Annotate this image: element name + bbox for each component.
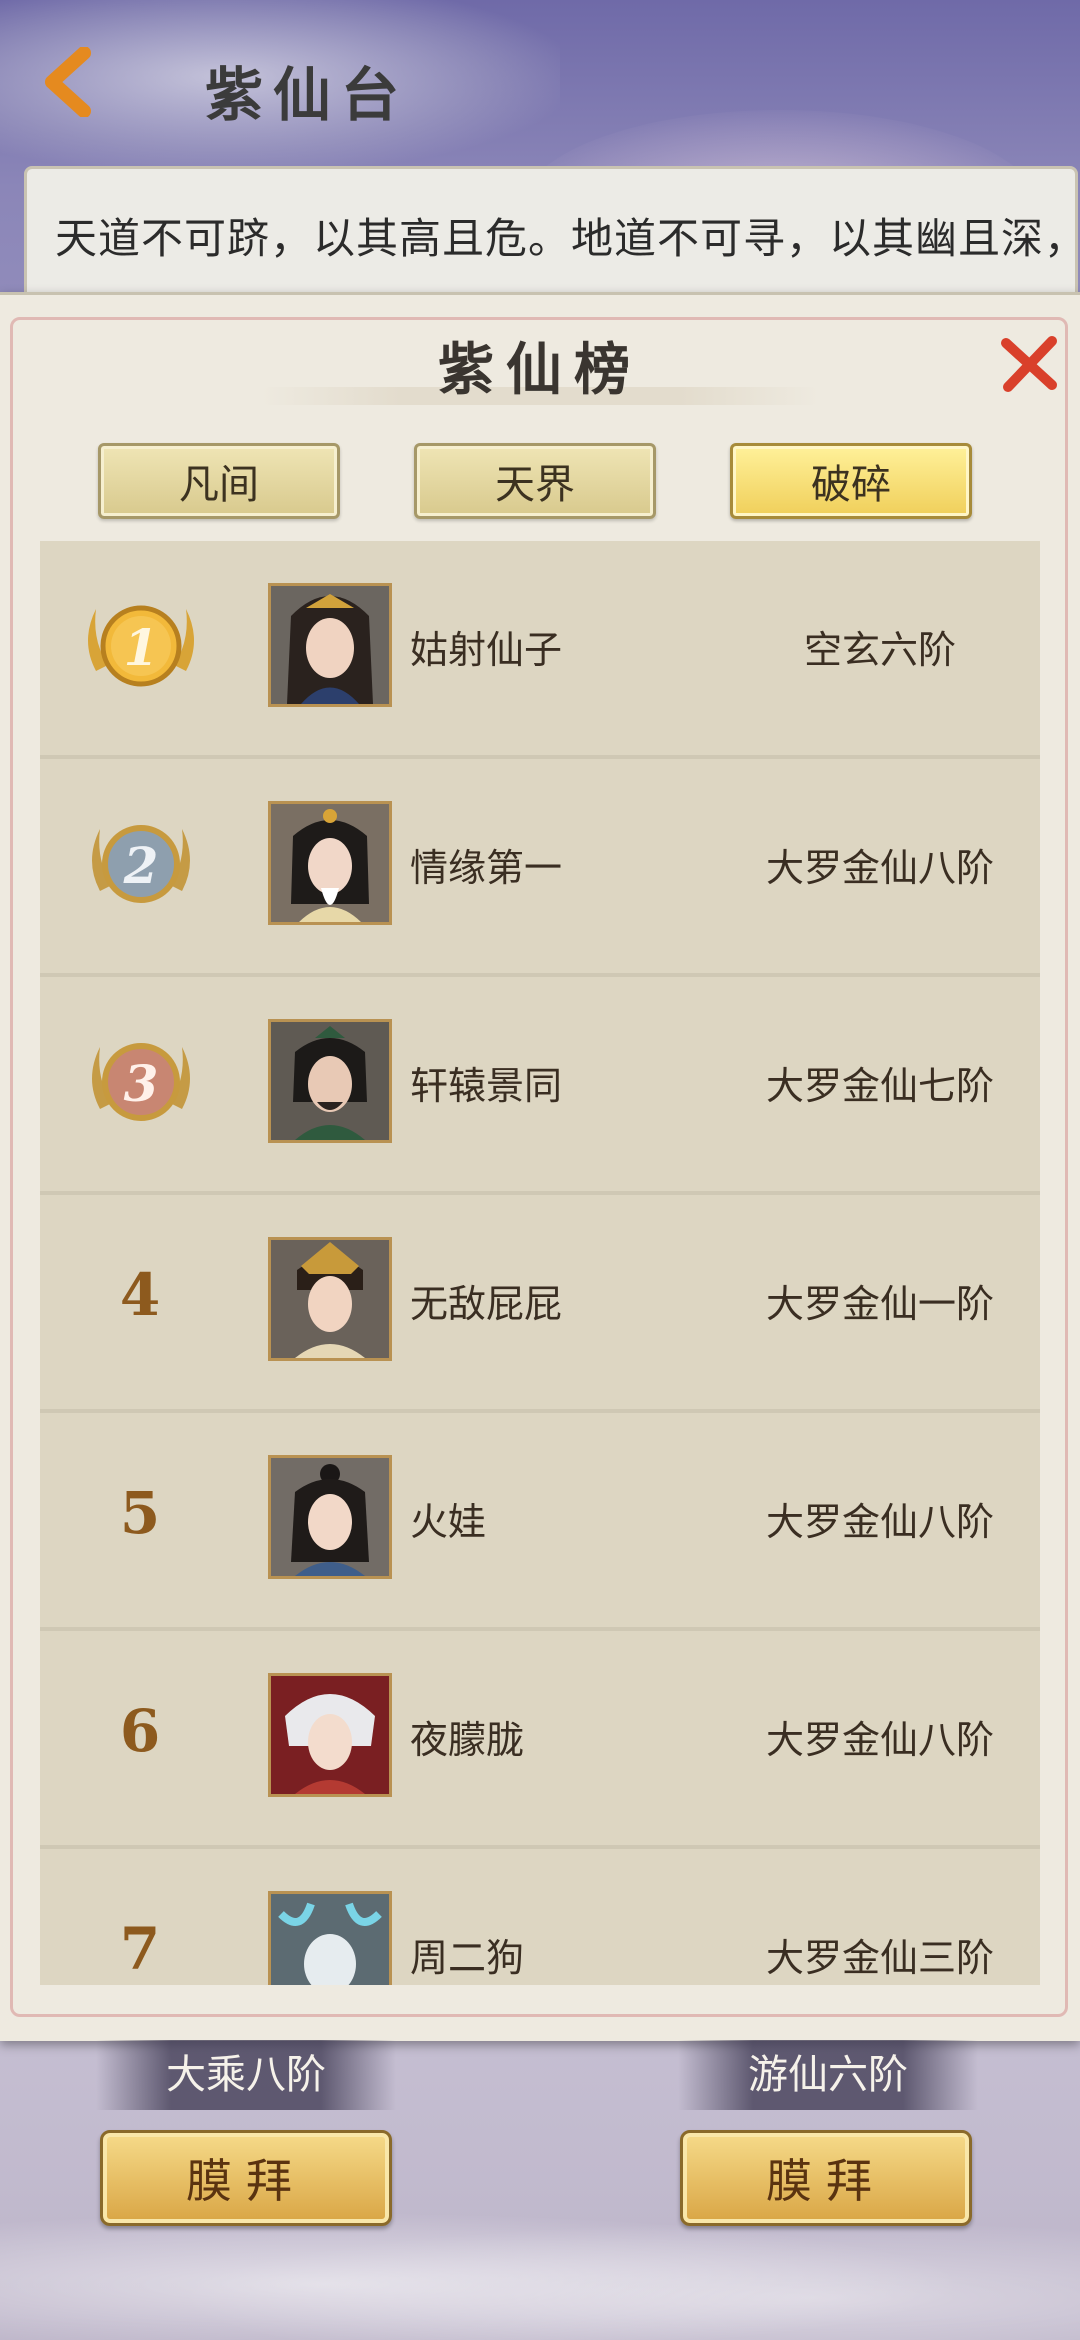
ranking-row[interactable]: 4 无敌屁屁 大罗金仙一阶 bbox=[40, 1195, 1040, 1413]
close-icon bbox=[1001, 336, 1057, 392]
avatar[interactable] bbox=[268, 1673, 392, 1797]
player-realm: 大罗金仙八阶 bbox=[765, 1500, 994, 1544]
ranking-row[interactable]: 6 夜朦胧 大罗金仙八阶 bbox=[40, 1631, 1040, 1849]
medal-number: 3 bbox=[124, 1054, 159, 1113]
player-realm: 大罗金仙八阶 bbox=[765, 846, 994, 890]
player-name: 姑射仙子 bbox=[410, 628, 563, 672]
chevron-left-icon bbox=[45, 47, 91, 117]
avatar[interactable] bbox=[268, 1891, 392, 1985]
ranking-row[interactable]: 5 火娃 大罗金仙八阶 bbox=[40, 1413, 1040, 1631]
player-name: 夜朦胧 bbox=[410, 1718, 525, 1762]
player-realm: 大罗金仙七阶 bbox=[765, 1064, 994, 1108]
bronze-medal-icon: 3 bbox=[92, 1043, 190, 1121]
player-name: 轩辕景同 bbox=[410, 1064, 563, 1108]
left-rank-label: 大乘八阶 bbox=[96, 2040, 396, 2110]
ranking-panel: 紫仙榜 凡间 天界 破碎 1 姑射仙子 空玄六阶 2 情缘第一 大罗金仙八阶 3… bbox=[0, 292, 1080, 2041]
ranking-row[interactable]: 7 周二狗 大罗金仙三阶 bbox=[40, 1849, 1040, 1985]
avatar[interactable] bbox=[268, 1019, 392, 1143]
gold-medal-icon: 1 bbox=[88, 605, 194, 687]
player-realm: 大罗金仙八阶 bbox=[765, 1718, 994, 1762]
silver-medal-icon: 2 bbox=[92, 825, 190, 903]
panel-title-container: 紫仙榜 bbox=[260, 325, 820, 415]
rank-number: 5 bbox=[119, 1479, 161, 1547]
player-realm: 大罗金仙三阶 bbox=[765, 1936, 994, 1980]
panel-title: 紫仙榜 bbox=[438, 337, 642, 403]
avatar[interactable] bbox=[268, 1237, 392, 1361]
player-name: 周二狗 bbox=[410, 1936, 525, 1980]
ranking-row[interactable]: 2 情缘第一 大罗金仙八阶 bbox=[40, 759, 1040, 977]
tab-shattered[interactable]: 破碎 bbox=[730, 443, 972, 519]
description-box: 天道不可跻，以其高且危。地道不可寻，以其幽且深，求道者无数，如果道化有成，泪将耀… bbox=[24, 166, 1078, 302]
tab-mortal[interactable]: 凡间 bbox=[98, 443, 340, 519]
left-worship-button[interactable]: 膜拜 bbox=[100, 2130, 392, 2226]
ranking-row[interactable]: 3 轩辕景同 大罗金仙七阶 bbox=[40, 977, 1040, 1195]
rank-number: 6 bbox=[119, 1697, 161, 1765]
rank-number: 7 bbox=[119, 1915, 161, 1983]
avatar[interactable] bbox=[268, 583, 392, 707]
player-name: 情缘第一 bbox=[410, 846, 563, 890]
tab-bar: 凡间 天界 破碎 bbox=[0, 443, 1080, 523]
rank-number: 4 bbox=[119, 1261, 161, 1329]
player-name: 火娃 bbox=[410, 1500, 487, 1544]
player-realm: 空玄六阶 bbox=[803, 628, 956, 672]
avatar[interactable] bbox=[268, 801, 392, 925]
close-button[interactable] bbox=[996, 331, 1062, 397]
avatar[interactable] bbox=[268, 1455, 392, 1579]
right-rank-label: 游仙六阶 bbox=[678, 2040, 978, 2110]
description-text: 天道不可跻，以其高且危。地道不可寻，以其幽且深，求道者无数，如果道化有成，泪将耀… bbox=[55, 214, 1075, 263]
medal-number: 1 bbox=[124, 618, 159, 677]
ranking-list[interactable]: 1 姑射仙子 空玄六阶 2 情缘第一 大罗金仙八阶 3 轩辕景同 大罗金仙七阶 … bbox=[40, 541, 1040, 1985]
back-button[interactable] bbox=[28, 42, 108, 122]
player-realm: 大罗金仙一阶 bbox=[765, 1282, 994, 1326]
tab-heaven[interactable]: 天界 bbox=[414, 443, 656, 519]
medal-number: 2 bbox=[123, 836, 159, 895]
top-header: 紫仙台 bbox=[0, 0, 1080, 310]
ranking-row[interactable]: 1 姑射仙子 空玄六阶 bbox=[40, 541, 1040, 759]
page-title: 紫仙台 bbox=[205, 61, 410, 129]
right-worship-button[interactable]: 膜拜 bbox=[680, 2130, 972, 2226]
player-name: 无敌屁屁 bbox=[410, 1282, 563, 1326]
